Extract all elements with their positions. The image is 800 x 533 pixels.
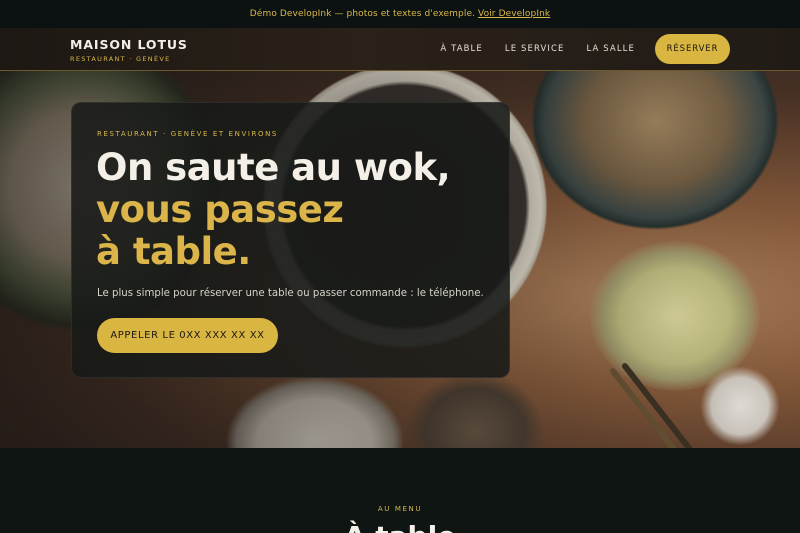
hero-lead-text: Le plus simple pour réserver une table o… — [97, 288, 484, 299]
headline-line-2: vous passez — [96, 188, 344, 231]
main-nav: À TABLE LE SERVICE LA SALLE RÉSERVER — [440, 34, 730, 64]
nav-item-a-table[interactable]: À TABLE — [440, 44, 483, 54]
hero-card: RESTAURANT · GENÈVE ET ENVIRONS On saute… — [71, 102, 510, 378]
menu-kicker: AU MENU — [377, 505, 423, 513]
demo-banner-text: Démo DevelopInk — photos et textes d'exe… — [249, 9, 476, 19]
menu-section: AU MENU À table — [0, 448, 800, 533]
headline-line-3: à table. — [96, 230, 251, 273]
hero-headline: On saute au wok, vous passez à table. — [96, 146, 451, 273]
site-header: MAISON LOTUS RESTAURANT · GENÈVE À TABLE… — [0, 28, 800, 71]
brand-subtitle: RESTAURANT · GENÈVE — [70, 55, 171, 63]
call-button[interactable]: APPELER LE 0XX XXX XX XX — [97, 318, 278, 353]
reserve-button[interactable]: RÉSERVER — [655, 34, 730, 64]
demo-banner: Démo DevelopInk — photos et textes d'exe… — [0, 0, 800, 28]
hero-kicker: RESTAURANT · GENÈVE ET ENVIRONS — [97, 130, 278, 138]
brand-logo[interactable]: MAISON LOTUS RESTAURANT · GENÈVE — [70, 37, 188, 63]
nav-item-le-service[interactable]: LE SERVICE — [505, 44, 565, 54]
menu-title: À table — [0, 520, 800, 533]
developink-link[interactable]: Voir DevelopInk — [478, 9, 550, 19]
nav-item-la-salle[interactable]: LA SALLE — [587, 44, 635, 54]
headline-line-1: On saute au wok, — [96, 146, 451, 189]
brand-name: MAISON LOTUS — [70, 37, 188, 52]
